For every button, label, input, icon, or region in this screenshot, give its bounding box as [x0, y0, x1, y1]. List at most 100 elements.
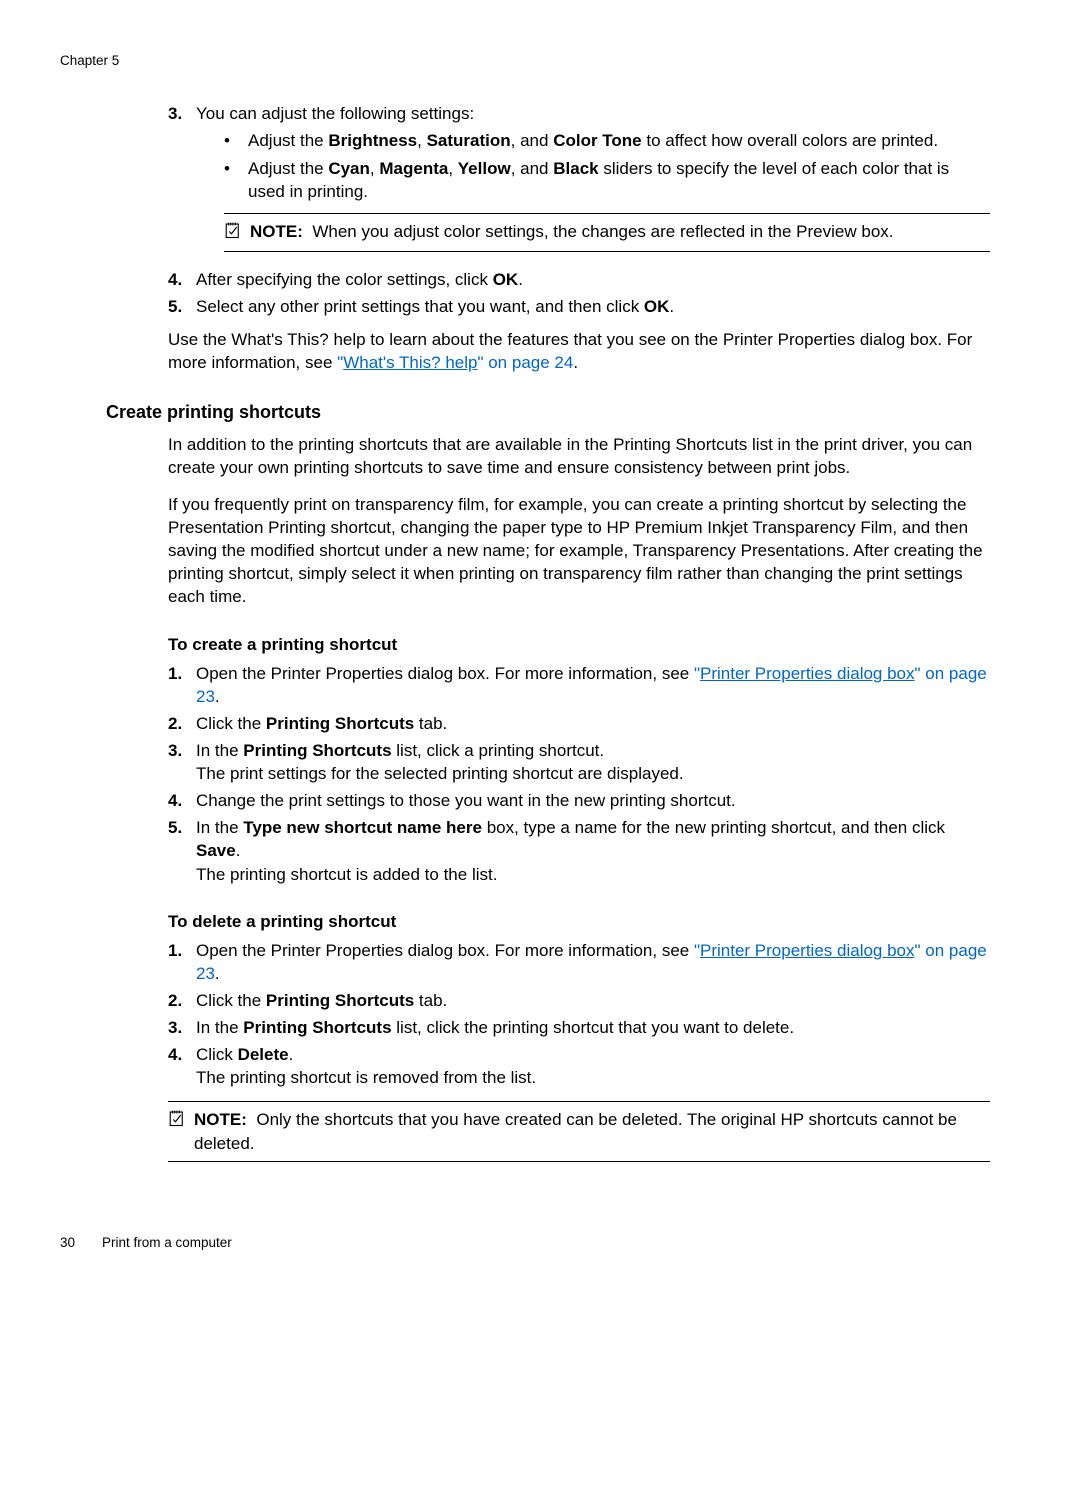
link-end: " on page 24: [477, 353, 573, 372]
chapter-header: Chapter 5: [60, 52, 990, 70]
step-number: 1.: [168, 662, 196, 708]
page-footer: 30 Print from a computer: [60, 1234, 990, 1252]
text: .: [573, 353, 578, 372]
term-cyan: Cyan: [328, 159, 370, 178]
text: to affect how overall colors are printed…: [642, 131, 938, 150]
create-step-4: 4. Change the print settings to those yo…: [168, 789, 990, 812]
note-label: NOTE:: [250, 222, 303, 241]
bullet-item: • Adjust the Brightness, Saturation, and…: [224, 129, 990, 152]
create-step-3: 3. In the Printing Shortcuts list, click…: [168, 739, 990, 785]
step-body: Click Delete. The printing shortcut is r…: [196, 1043, 990, 1089]
note-icon: [224, 220, 250, 245]
text: Open the Printer Properties dialog box. …: [196, 941, 694, 960]
text: , and: [511, 159, 554, 178]
text: list, click the printing shortcut that y…: [392, 1018, 795, 1037]
printing-shortcuts-tab: Printing Shortcuts: [266, 991, 414, 1010]
step-number: 3.: [168, 739, 196, 785]
bullet-dot: •: [224, 129, 248, 152]
printing-shortcuts-list: Printing Shortcuts: [243, 741, 391, 760]
text: After specifying the color settings, cli…: [196, 270, 493, 289]
step-body: Click the Printing Shortcuts tab.: [196, 712, 990, 735]
term-magenta: Magenta: [379, 159, 448, 178]
step-body: In the Printing Shortcuts list, click a …: [196, 739, 990, 785]
bullet-text: Adjust the Brightness, Saturation, and C…: [248, 129, 938, 152]
term-saturation: Saturation: [427, 131, 511, 150]
step-body: Open the Printer Properties dialog box. …: [196, 662, 990, 708]
page-number: 30: [60, 1234, 102, 1252]
term-black: Black: [553, 159, 598, 178]
text: Click the: [196, 991, 266, 1010]
step-lead: You can adjust the following settings:: [196, 104, 474, 123]
delete-step-4: 4. Click Delete. The printing shortcut i…: [168, 1043, 990, 1089]
text: .: [215, 687, 220, 706]
step-3: 3. You can adjust the following settings…: [168, 102, 990, 264]
subheading-delete-shortcut: To delete a printing shortcut: [168, 910, 990, 933]
section-heading-create-printing-shortcuts: Create printing shortcuts: [106, 400, 990, 424]
step-number: 5.: [168, 816, 196, 885]
create-step-1: 1. Open the Printer Properties dialog bo…: [168, 662, 990, 708]
note-text: When you adjust color settings, the chan…: [312, 222, 893, 241]
bullet-text: Adjust the Cyan, Magenta, Yellow, and Bl…: [248, 157, 990, 203]
step-line2: The printing shortcut is removed from th…: [196, 1066, 990, 1089]
step-number: 3.: [168, 102, 196, 264]
text: , and: [511, 131, 554, 150]
subheading-create-shortcut: To create a printing shortcut: [168, 633, 990, 656]
step-body: Change the print settings to those you w…: [196, 789, 990, 812]
bullet-dot: •: [224, 157, 248, 203]
text: tab.: [414, 991, 447, 1010]
step-body: Click the Printing Shortcuts tab.: [196, 989, 990, 1012]
step-number: 4.: [168, 268, 196, 291]
text: list, click a printing shortcut.: [392, 741, 605, 760]
step-body: After specifying the color settings, cli…: [196, 268, 990, 291]
step-4: 4. After specifying the color settings, …: [168, 268, 990, 291]
ok-button-label: OK: [644, 297, 670, 316]
whats-this-help-link[interactable]: What's This? help: [343, 353, 477, 372]
printer-properties-link[interactable]: Printer Properties dialog box: [700, 941, 915, 960]
step-number: 2.: [168, 989, 196, 1012]
step-number: 4.: [168, 789, 196, 812]
create-step-2: 2. Click the Printing Shortcuts tab.: [168, 712, 990, 735]
note-box: NOTE: When you adjust color settings, th…: [224, 213, 990, 252]
step-body: In the Type new shortcut name here box, …: [196, 816, 990, 885]
note-icon: [168, 1108, 194, 1133]
text: Adjust the: [248, 159, 328, 178]
printing-shortcuts-tab: Printing Shortcuts: [266, 714, 414, 733]
step-number: 1.: [168, 939, 196, 985]
note-text: Only the shortcuts that you have created…: [194, 1110, 957, 1152]
text: .: [669, 297, 674, 316]
save-button-label: Save: [196, 841, 236, 860]
term-color-tone: Color Tone: [553, 131, 641, 150]
term-yellow: Yellow: [458, 159, 511, 178]
text: .: [518, 270, 523, 289]
delete-button-label: Delete: [238, 1045, 289, 1064]
text: ,: [417, 131, 426, 150]
step-body: You can adjust the following settings: •…: [196, 102, 990, 264]
text: Click the: [196, 714, 266, 733]
text: box, type a name for the new printing sh…: [482, 818, 945, 837]
note-content: NOTE: Only the shortcuts that you have c…: [194, 1108, 990, 1154]
printer-properties-link[interactable]: Printer Properties dialog box: [700, 664, 915, 683]
step-body: Select any other print settings that you…: [196, 295, 990, 318]
paragraph: If you frequently print on transparency …: [168, 493, 990, 609]
step-5: 5. Select any other print settings that …: [168, 295, 990, 318]
text: Select any other print settings that you…: [196, 297, 644, 316]
type-new-shortcut-box: Type new shortcut name here: [243, 818, 482, 837]
step-body: Open the Printer Properties dialog box. …: [196, 939, 990, 985]
paragraph: In addition to the printing shortcuts th…: [168, 433, 990, 479]
text: tab.: [414, 714, 447, 733]
text: In the: [196, 741, 243, 760]
step-line2: The printing shortcut is added to the li…: [196, 863, 990, 886]
text: Adjust the: [248, 131, 328, 150]
note-content: NOTE: When you adjust color settings, th…: [250, 220, 894, 243]
post-paragraph: Use the What's This? help to learn about…: [168, 328, 990, 374]
note-box: NOTE: Only the shortcuts that you have c…: [168, 1101, 990, 1161]
step-number: 3.: [168, 1016, 196, 1039]
step-number: 5.: [168, 295, 196, 318]
text: .: [215, 964, 220, 983]
delete-step-3: 3. In the Printing Shortcuts list, click…: [168, 1016, 990, 1039]
text: .: [236, 841, 241, 860]
step-body: In the Printing Shortcuts list, click th…: [196, 1016, 990, 1039]
step-number: 4.: [168, 1043, 196, 1089]
text: Open the Printer Properties dialog box. …: [196, 664, 694, 683]
text: ,: [370, 159, 379, 178]
